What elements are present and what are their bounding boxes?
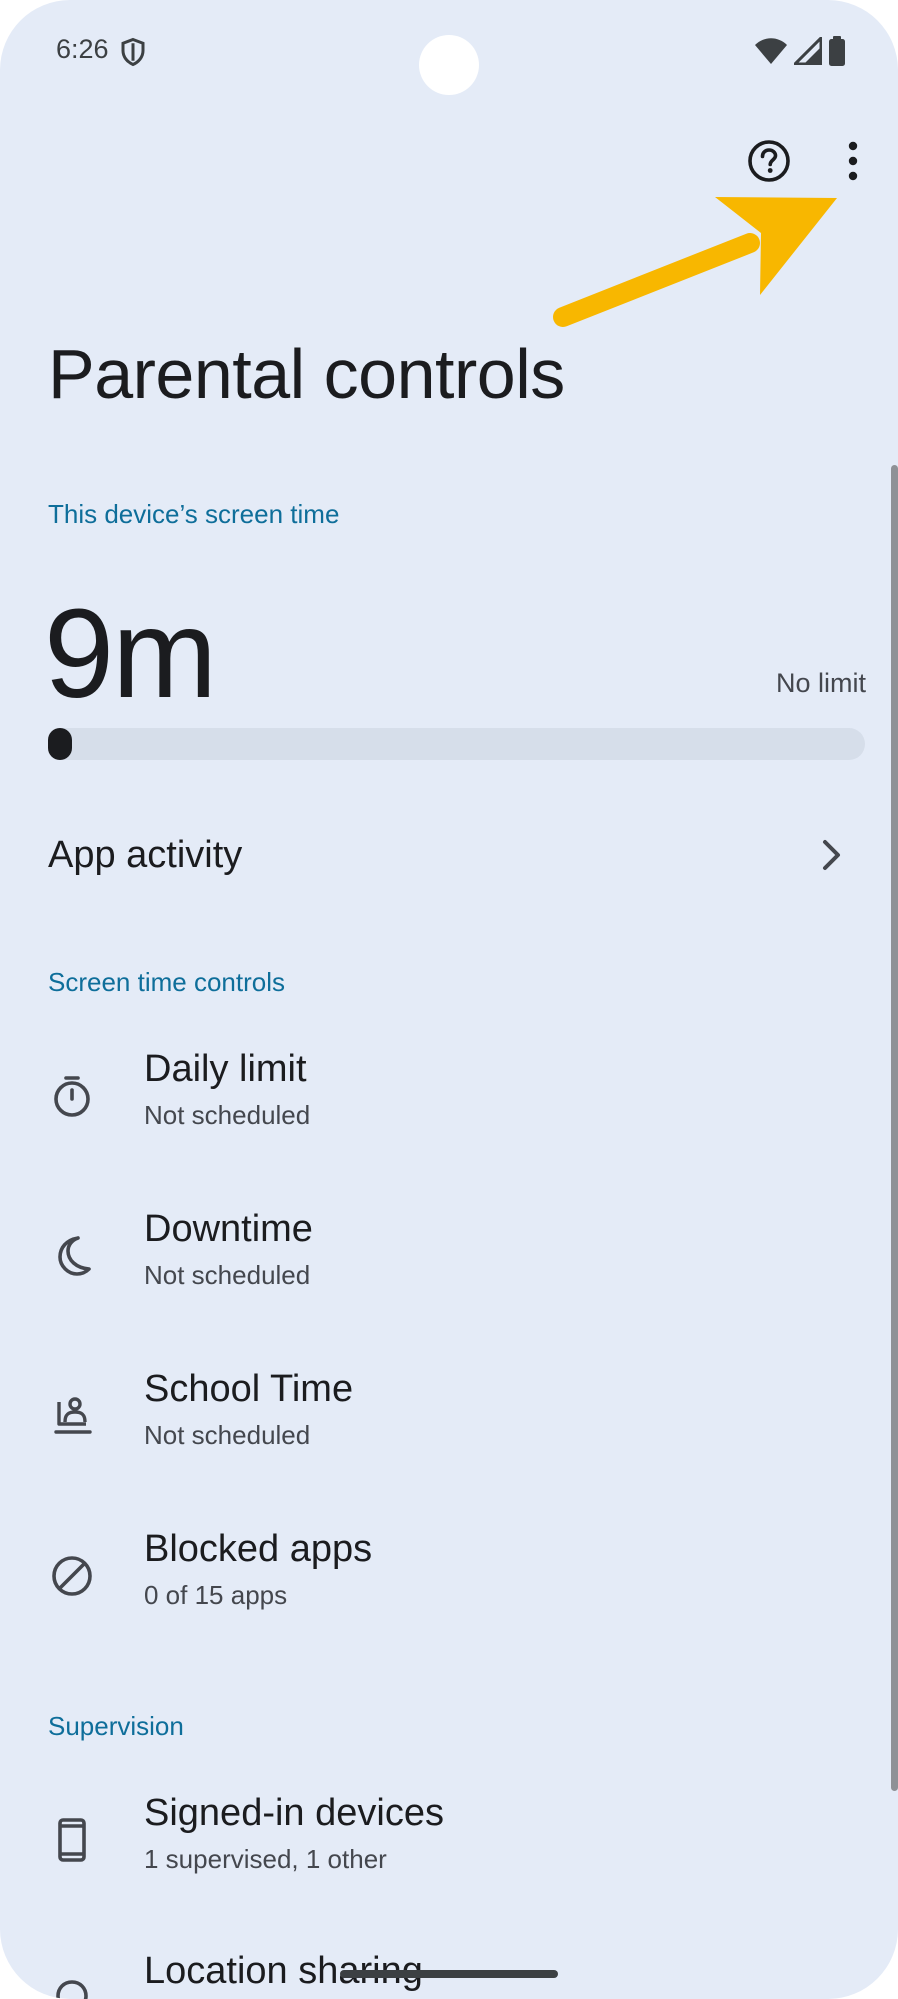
blocked-apps-count: 0 of 15 apps — [144, 1580, 288, 1610]
battery-icon — [829, 36, 845, 66]
gesture-navigation-bar[interactable] — [340, 1970, 558, 1978]
location-sharing-item[interactable]: Location sharing — [0, 1938, 880, 1999]
school-desk-icon — [54, 1397, 92, 1434]
shield-icon — [121, 37, 145, 67]
scrollbar[interactable] — [891, 465, 898, 1791]
daily-limit-title: Daily limit — [144, 1048, 307, 1090]
app-activity-label: App activity — [48, 834, 243, 876]
help-icon — [748, 140, 790, 182]
downtime-title: Downtime — [144, 1208, 313, 1250]
supervision-header: Supervision — [48, 1711, 184, 1741]
location-icon — [56, 1980, 88, 1999]
camera-cutout — [419, 35, 479, 95]
block-icon — [52, 1556, 92, 1596]
signed-in-devices-item[interactable]: Signed-in devices 1 supervised, 1 other — [0, 1770, 880, 1910]
downtime-item[interactable]: Downtime Not scheduled — [0, 1186, 880, 1326]
signed-in-devices-title: Signed-in devices — [144, 1792, 444, 1834]
status-icons — [754, 36, 846, 66]
status-time: 6:26 — [56, 34, 109, 64]
daily-limit-item[interactable]: Daily limit Not scheduled — [0, 1026, 880, 1166]
daily-limit-status: Not scheduled — [144, 1100, 311, 1130]
app-activity-row[interactable]: App activity — [0, 808, 898, 900]
chevron-right-icon — [823, 840, 840, 870]
help-button[interactable] — [740, 132, 798, 190]
downtime-status: Not scheduled — [144, 1260, 311, 1290]
wifi-icon — [755, 38, 787, 64]
phone-icon — [58, 1818, 86, 1862]
screen-time-progress-fill — [48, 728, 72, 760]
screen-time-limit: No limit — [775, 668, 866, 698]
cell-signal-icon — [794, 37, 822, 65]
arrow-pointer-icon — [553, 197, 837, 327]
moon-icon — [58, 1236, 91, 1276]
timer-icon — [54, 1076, 90, 1117]
status-bar: 6:26 — [0, 0, 898, 104]
phone-screen: 6:26 Parental controls This device’s scr… — [0, 0, 898, 1999]
more-vertical-icon — [848, 141, 858, 181]
page-title: Parental controls — [48, 335, 565, 413]
signed-in-devices-status: 1 supervised, 1 other — [144, 1844, 387, 1874]
screen-time-value: 9m — [44, 583, 217, 724]
screen-time-header: This device’s screen time — [48, 499, 340, 529]
school-time-status: Not scheduled — [144, 1420, 311, 1450]
school-time-title: School Time — [144, 1368, 354, 1410]
screen-time-progress — [48, 728, 865, 760]
blocked-apps-title: Blocked apps — [144, 1528, 373, 1570]
blocked-apps-item[interactable]: Blocked apps 0 of 15 apps — [0, 1506, 880, 1646]
more-options-button[interactable] — [824, 132, 882, 190]
controls-header: Screen time controls — [48, 967, 285, 997]
school-time-item[interactable]: School Time Not scheduled — [0, 1346, 880, 1486]
